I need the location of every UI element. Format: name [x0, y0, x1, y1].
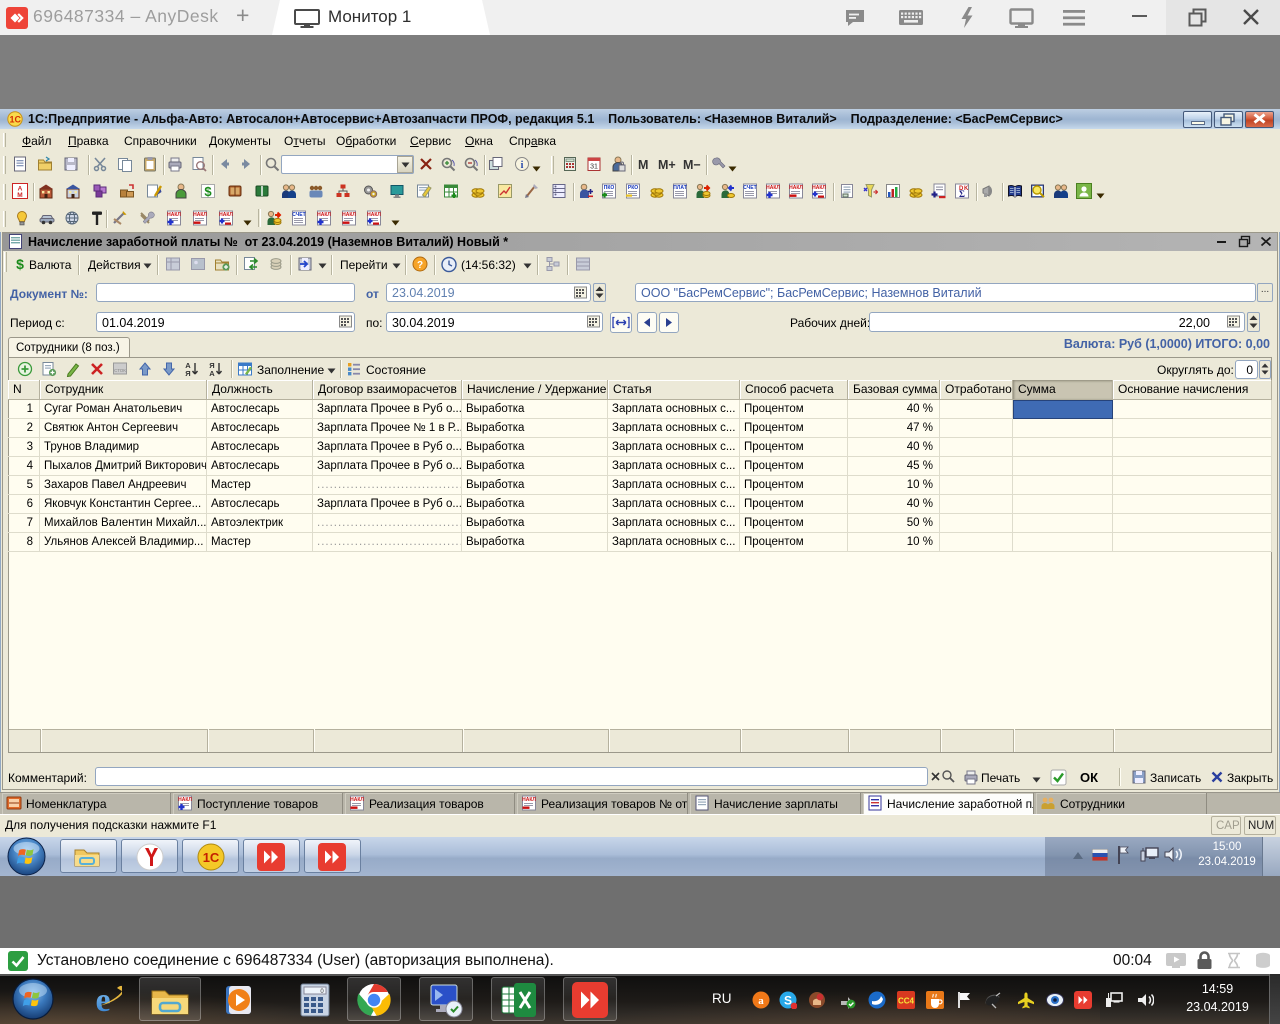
svg-text:РКО: РКО — [628, 185, 638, 191]
svg-text:НАКЛ: НАКЛ — [178, 797, 192, 803]
svg-text:e: e — [95, 982, 110, 1018]
svg-text:СТОК: СТОК — [114, 368, 126, 373]
svg-text:А: А — [209, 369, 215, 377]
svg-text:1С: 1С — [203, 850, 220, 865]
svg-text:$: $ — [204, 184, 212, 199]
svg-text:1C: 1C — [9, 115, 21, 125]
svg-text:31: 31 — [590, 164, 598, 171]
svg-text:Я: Я — [185, 369, 190, 377]
svg-text:$: $ — [16, 256, 24, 272]
svg-text:CC4: CC4 — [898, 997, 915, 1006]
svg-text:НАКЛ: НАКЛ — [766, 185, 780, 191]
svg-text:НАКЛ: НАКЛ — [367, 212, 381, 218]
svg-text:НАКЛ: НАКЛ — [350, 797, 364, 803]
svg-text:НАКЛ: НАКЛ — [219, 212, 233, 218]
svg-text:СЧЕТ: СЧЕТ — [292, 212, 305, 218]
svg-text:СЧЕТ: СЧЕТ — [743, 185, 756, 191]
svg-text:НАКЛ: НАКЛ — [167, 212, 181, 218]
svg-text:Σ: Σ — [959, 189, 965, 199]
svg-text:НАКЛ: НАКЛ — [193, 212, 207, 218]
svg-text:НАКЛ: НАКЛ — [812, 185, 826, 191]
svg-text:НАКЛ: НАКЛ — [317, 212, 331, 218]
svg-text:НАКЛ: НАКЛ — [522, 797, 536, 803]
svg-text:ПКО: ПКО — [604, 185, 615, 191]
svg-text:НАКЛ: НАКЛ — [342, 212, 356, 218]
svg-text:М: М — [17, 192, 22, 199]
svg-text:i: i — [521, 160, 524, 171]
svg-text:?: ? — [417, 260, 423, 271]
svg-text:НАКЛ: НАКЛ — [789, 185, 803, 191]
svg-text:a: a — [758, 995, 764, 1007]
svg-text:ПЛАТ: ПЛАТ — [673, 185, 687, 191]
